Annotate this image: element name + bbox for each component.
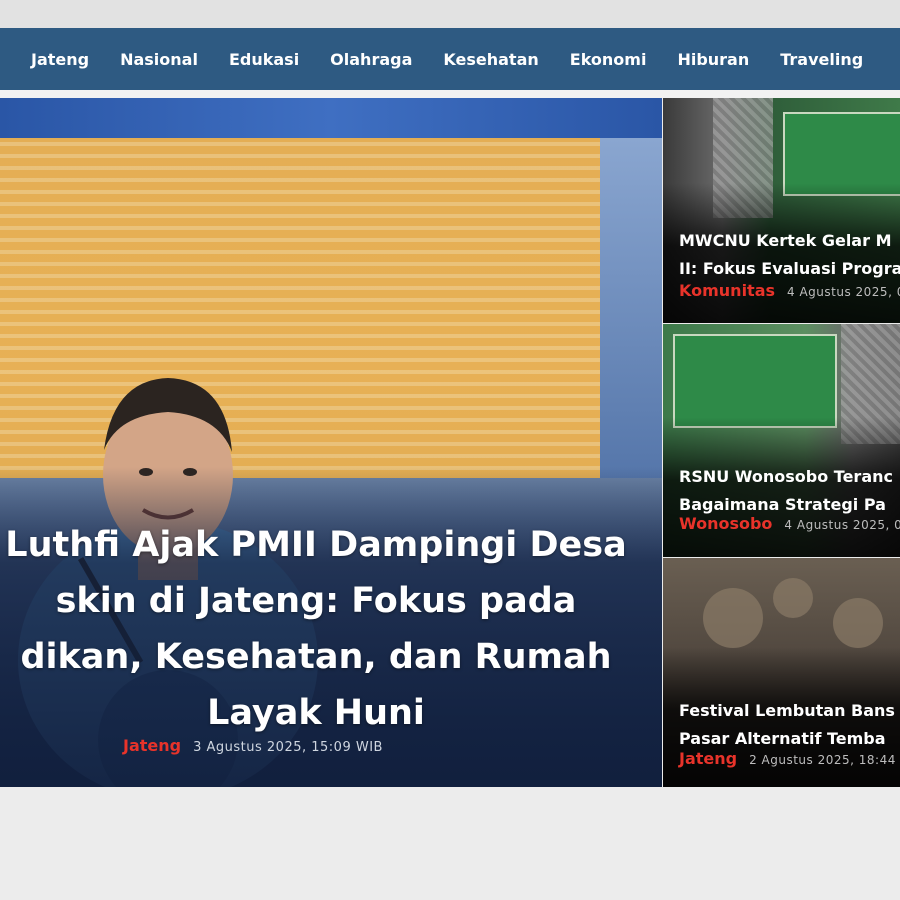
side-article-image-detail xyxy=(703,588,763,648)
hero-category-link[interactable]: Jateng xyxy=(123,736,181,755)
side-article-category-link[interactable]: Wonosobo xyxy=(679,514,772,533)
side-article-category-link[interactable]: Jateng xyxy=(679,749,737,768)
hero-image-backdrop-side xyxy=(600,138,662,478)
nav-item-traveling[interactable]: Traveling xyxy=(780,50,863,69)
hero-title-line: dikan, Kesehatan, dan Rumah xyxy=(20,637,612,678)
hero-article[interactable]: Luthfi Ajak PMII Dampingi Desa skin di J… xyxy=(0,98,662,787)
side-article-meta: Wonosobo 4 Agustus 2025, 0 xyxy=(679,514,900,533)
nav-item-jateng[interactable]: Jateng xyxy=(31,50,89,69)
nav-item-olahraga[interactable]: Olahraga xyxy=(330,50,412,69)
side-article-title-line: II: Fokus Evaluasi Progra xyxy=(679,259,900,279)
hero-meta: Jateng 3 Agustus 2025, 15:09 WIB xyxy=(123,736,383,755)
side-article-meta: Komunitas 4 Agustus 2025, 0 xyxy=(679,281,900,300)
nav-item-nasional[interactable]: Nasional xyxy=(120,50,198,69)
side-article-title[interactable]: MWCNU Kertek Gelar M II: Fokus Evaluasi … xyxy=(679,227,900,283)
header-divider xyxy=(0,90,900,98)
side-article-image-detail xyxy=(773,578,813,618)
side-article-meta: Jateng 2 Agustus 2025, 18:44 xyxy=(679,749,896,768)
side-article-image-detail xyxy=(833,598,883,648)
side-article-category-link[interactable]: Komunitas xyxy=(679,281,775,300)
side-article-card[interactable]: RSNU Wonosobo Teranc Bagaimana Strategi … xyxy=(663,324,900,557)
hero-title-line: Layak Huni xyxy=(207,693,425,734)
side-article-date: 4 Agustus 2025, 0 xyxy=(787,285,900,299)
hero-date: 3 Agustus 2025, 15:09 WIB xyxy=(193,740,383,755)
side-article-title-line: RSNU Wonosobo Teranc xyxy=(679,467,893,487)
side-article-date: 4 Agustus 2025, 0 xyxy=(784,518,900,532)
main-navigation: Jateng Nasional Edukasi Olahraga Kesehat… xyxy=(0,28,900,90)
hero-title-line: skin di Jateng: Fokus pada xyxy=(55,581,577,622)
side-article-date: 2 Agustus 2025, 18:44 xyxy=(749,753,896,767)
side-article-image-banner xyxy=(673,334,837,428)
side-article-title-line: MWCNU Kertek Gelar M xyxy=(679,231,892,251)
side-article-title-line: Festival Lembutan Bans xyxy=(679,701,895,721)
hero-image-backdrop-banner xyxy=(0,98,662,138)
top-strip xyxy=(0,0,900,28)
side-article-card[interactable]: MWCNU Kertek Gelar M II: Fokus Evaluasi … xyxy=(663,98,900,323)
nav-item-edukasi[interactable]: Edukasi xyxy=(229,50,299,69)
nav-item-hiburan[interactable]: Hiburan xyxy=(677,50,749,69)
hero-title[interactable]: Luthfi Ajak PMII Dampingi Desa skin di J… xyxy=(0,517,662,741)
side-article-title[interactable]: RSNU Wonosobo Teranc Bagaimana Strategi … xyxy=(679,463,900,519)
side-article-title[interactable]: Festival Lembutan Bans Pasar Alternatif … xyxy=(679,697,900,753)
hero-title-line: Luthfi Ajak PMII Dampingi Desa xyxy=(5,525,627,566)
side-article-card[interactable]: Festival Lembutan Bans Pasar Alternatif … xyxy=(663,558,900,787)
nav-item-kesehatan[interactable]: Kesehatan xyxy=(443,50,538,69)
nav-item-ekonomi[interactable]: Ekonomi xyxy=(570,50,647,69)
